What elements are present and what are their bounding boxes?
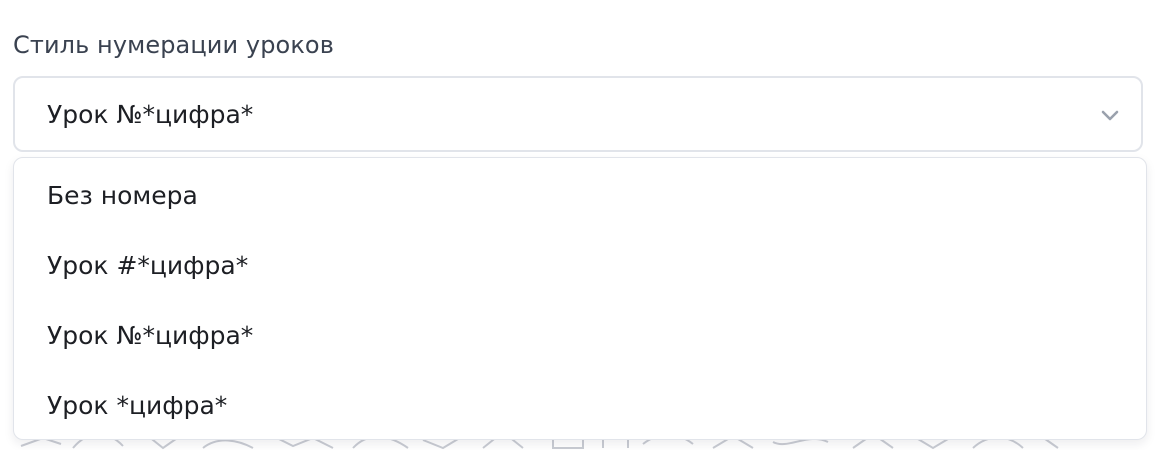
option-hash-number[interactable]: Урок #*цифра* [14,230,1146,300]
numbering-style-select[interactable]: Урок №*цифра* [13,76,1143,152]
numbering-style-dropdown: Без номера Урок #*цифра* Урок №*цифра* У… [13,157,1147,440]
option-plain-number[interactable]: Урок *цифра* [14,370,1146,440]
option-no-number[interactable]: Без номера [14,160,1146,230]
chevron-down-icon[interactable] [1099,106,1121,124]
lesson-numbering-settings: Стиль нумерации уроков Урок №*цифра* Без… [0,0,1168,450]
numbering-style-label: Стиль нумерации уроков [13,31,334,59]
option-numero-number[interactable]: Урок №*цифра* [14,300,1146,370]
numbering-style-selected-value: Урок №*цифра* [47,100,254,129]
